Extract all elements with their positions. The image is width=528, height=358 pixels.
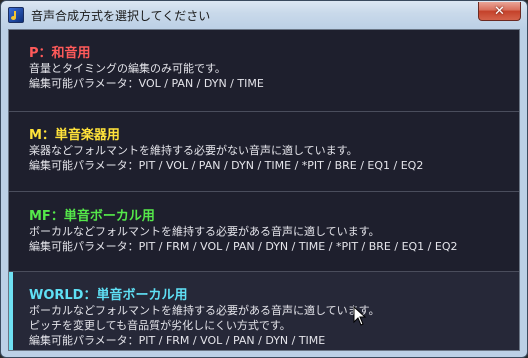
selection-indicator	[9, 272, 13, 350]
option-world-monophonic-vocal[interactable]: WORLD：単音ボーカル用 ボーカルなどフォルマントを維持する必要がある音声に適…	[9, 271, 519, 350]
dialog-window: 音声合成方式を選択してください ✕ P：和音用 音量とタイミングの編集のみ可能で…	[0, 0, 528, 358]
close-icon: ✕	[494, 3, 505, 19]
option-title: M：単音楽器用	[29, 128, 120, 143]
option-p-polyphonic[interactable]: P：和音用 音量とタイミングの編集のみ可能です。 編集可能パラメータ：VOL /…	[9, 30, 519, 111]
option-parameters: 編集可能パラメータ：PIT / VOL / PAN / DYN / TIME /…	[29, 159, 424, 172]
close-button[interactable]: ✕	[478, 2, 521, 21]
option-description-2: ピッチを変更しても音品質が劣化しにくい方式です。	[29, 319, 291, 332]
option-description: ボーカルなどフォルマントを維持する必要がある音声に適しています。	[29, 225, 380, 238]
window-title: 音声合成方式を選択してください	[31, 9, 211, 23]
option-title: WORLD：単音ボーカル用	[29, 288, 188, 303]
option-description: 楽器などフォルマントを維持する必要がない音声に適しています。	[29, 144, 358, 157]
option-mf-monophonic-vocal[interactable]: MF：単音ボーカル用 ボーカルなどフォルマントを維持する必要がある音声に適してい…	[9, 191, 519, 271]
title-bar: 音声合成方式を選択してください ✕	[1, 1, 527, 29]
option-list: P：和音用 音量とタイミングの編集のみ可能です。 編集可能パラメータ：VOL /…	[8, 29, 520, 351]
mouse-cursor-icon	[353, 306, 367, 326]
option-m-monophonic-instrument[interactable]: M：単音楽器用 楽器などフォルマントを維持する必要がない音声に適しています。 編…	[9, 111, 519, 191]
option-parameters: 編集可能パラメータ：PIT / FRM / VOL / PAN / DYN / …	[29, 240, 458, 253]
option-parameters: 編集可能パラメータ：PIT / FRM / VOL / PAN / DYN / …	[29, 334, 326, 347]
option-title: P：和音用	[29, 46, 91, 61]
option-parameters: 編集可能パラメータ：VOL / PAN / DYN / TIME	[29, 77, 264, 90]
option-description: 音量とタイミングの編集のみ可能です。	[29, 62, 226, 75]
music-note-icon	[8, 7, 24, 23]
option-description: ボーカルなどフォルマントを維持する必要がある音声に適しています。	[29, 304, 380, 317]
option-title: MF：単音ボーカル用	[29, 209, 155, 224]
